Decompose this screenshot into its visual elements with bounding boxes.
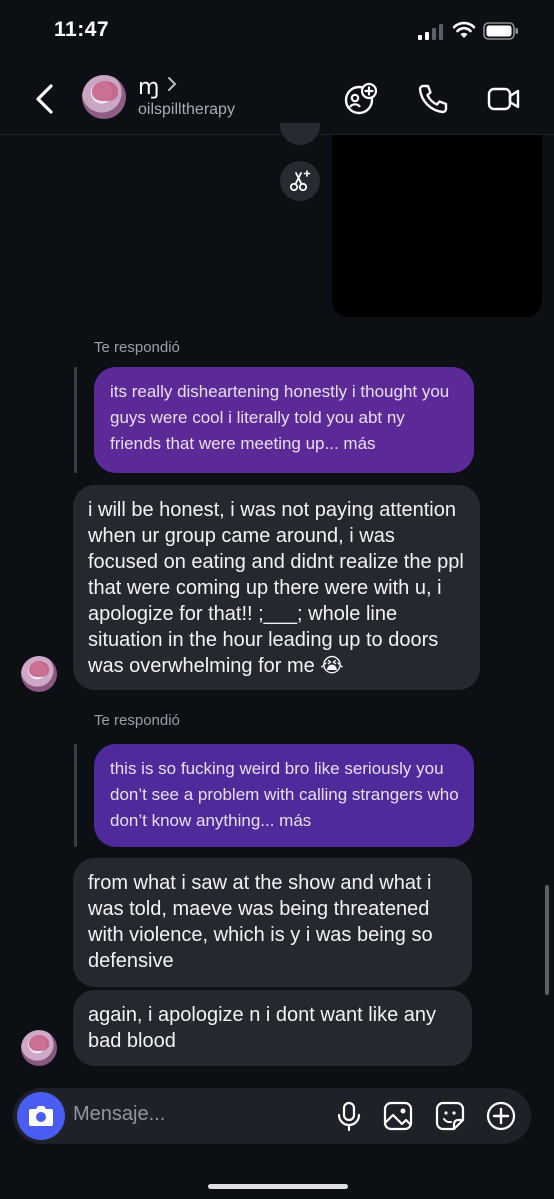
message-action-button[interactable]: [280, 123, 320, 145]
gallery-icon[interactable]: [382, 1100, 414, 1132]
quoted-message[interactable]: its really disheartening honestly i thou…: [94, 367, 474, 473]
contact-display-name[interactable]: ɱ: [138, 75, 159, 100]
message-action-button[interactable]: [280, 161, 320, 201]
chevron-right-icon[interactable]: [165, 76, 179, 92]
contact-avatar-small[interactable]: [21, 656, 57, 692]
message-bubble[interactable]: i will be honest, i was not paying atten…: [73, 485, 480, 690]
status-bar: 11:47: [0, 0, 554, 64]
scrollbar[interactable]: [545, 885, 549, 995]
cellular-signal-icon: [418, 24, 443, 40]
add-people-icon[interactable]: [343, 82, 377, 116]
message-bubble[interactable]: again, i apologize n i dont want like an…: [73, 990, 472, 1066]
reply-label: Te respondió: [94, 339, 180, 356]
back-arrow-icon[interactable]: [30, 82, 60, 116]
sticker-icon[interactable]: [434, 1100, 466, 1132]
reply-indicator-line: [74, 367, 77, 473]
message-bubble[interactable]: from what i saw at the show and what i w…: [73, 858, 472, 987]
phone-icon[interactable]: [416, 82, 450, 116]
status-time: 11:47: [54, 18, 110, 41]
message-composer: Mensaje...: [13, 1088, 531, 1144]
camera-icon: [29, 1106, 53, 1126]
microphone-icon[interactable]: [333, 1100, 365, 1132]
camera-button[interactable]: [17, 1092, 65, 1140]
home-indicator[interactable]: [208, 1184, 348, 1189]
wifi-icon: [452, 21, 476, 38]
chat-header: ɱ oilspilltherapy: [0, 64, 554, 135]
battery-icon: [483, 22, 518, 40]
contact-avatar[interactable]: [82, 75, 126, 119]
message-input[interactable]: Mensaje...: [73, 1103, 165, 1126]
reply-indicator-line: [74, 744, 77, 847]
contact-username[interactable]: oilspilltherapy: [138, 101, 235, 119]
scissors-icon: [289, 170, 311, 192]
reply-label: Te respondió: [94, 712, 180, 729]
message-list[interactable]: Te respondió its really disheartening ho…: [0, 123, 554, 1085]
shared-media-message[interactable]: [332, 135, 542, 317]
video-camera-icon[interactable]: [487, 82, 521, 116]
quoted-message[interactable]: this is so fucking weird bro like seriou…: [94, 744, 474, 847]
contact-avatar-small[interactable]: [21, 1030, 57, 1066]
add-icon[interactable]: [485, 1100, 517, 1132]
